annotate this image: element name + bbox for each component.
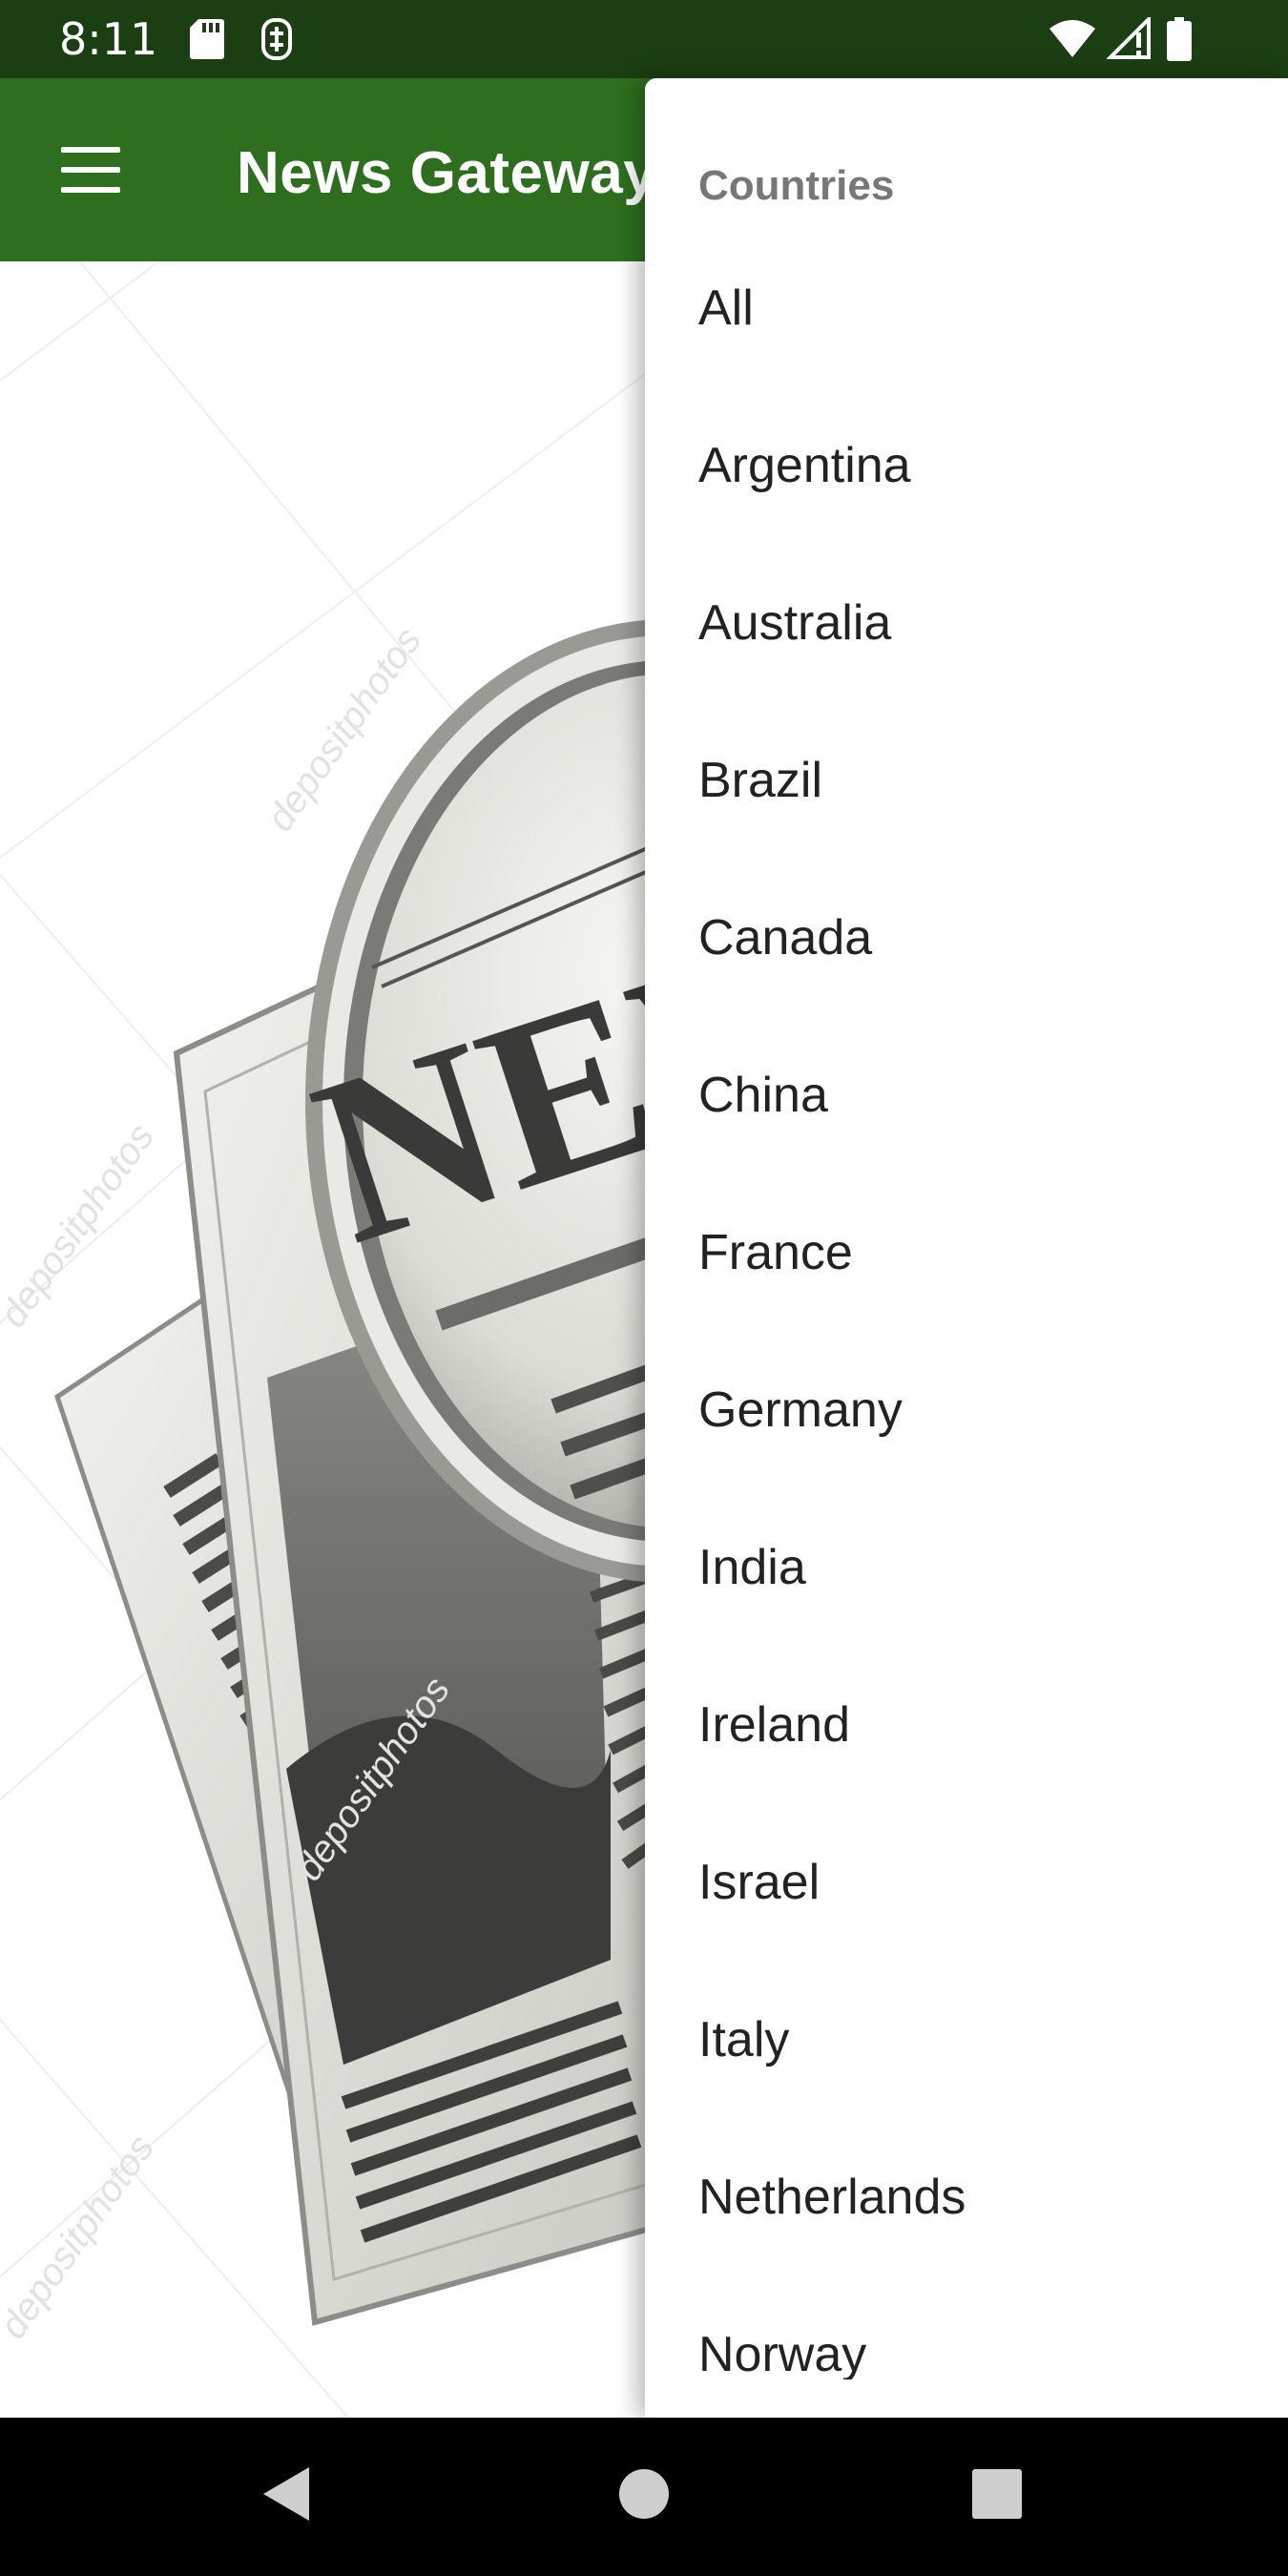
back-icon[interactable] [260, 2463, 313, 2524]
navigation-bar [0, 2418, 1288, 2576]
menu-item-australia[interactable]: Australia [645, 567, 1288, 724]
menu-item-label: Brazil [698, 753, 823, 808]
menu-item-label: Norway [698, 2327, 867, 2382]
menu-item-canada[interactable]: Canada [645, 882, 1288, 1039]
menu-header: Countries [698, 162, 895, 209]
wifi-icon [1049, 20, 1095, 57]
menu-item-label: Australia [698, 595, 892, 651]
menu-item-all[interactable]: All [645, 252, 1288, 409]
menu-item-label: Netherlands [698, 2170, 966, 2225]
sd-card-icon [190, 19, 224, 59]
menu-item-label: Italy [698, 2012, 790, 2067]
menu-item-label: Argentina [698, 438, 911, 493]
home-icon[interactable] [618, 2468, 670, 2520]
sim-icon [261, 18, 292, 60]
menu-item-argentina[interactable]: Argentina [645, 409, 1288, 567]
menu-item-label: Canada [698, 910, 873, 966]
menu-item-ireland[interactable]: Ireland [645, 1669, 1288, 1826]
svg-text:depositphotos: depositphotos [0, 1116, 162, 1335]
menu-icon[interactable] [57, 145, 124, 195]
menu-item-brazil[interactable]: Brazil [645, 724, 1288, 882]
menu-item-label: China [698, 1068, 828, 1123]
menu-item-label: All [698, 280, 754, 336]
recents-icon[interactable] [971, 2468, 1023, 2520]
svg-text:depositphotos: depositphotos [0, 2128, 162, 2346]
menu-item-label: Ireland [698, 1697, 850, 1753]
menu-item-label: Israel [698, 1855, 821, 1910]
menu-item-china[interactable]: China [645, 1039, 1288, 1196]
menu-item-israel[interactable]: Israel [645, 1826, 1288, 1984]
battery-icon [1167, 17, 1192, 61]
countries-menu: Countries All Argentina Australia Brazil… [645, 78, 1288, 2418]
menu-item-label: France [698, 1225, 853, 1280]
menu-item-france[interactable]: France [645, 1196, 1288, 1354]
menu-item-germany[interactable]: Germany [645, 1354, 1288, 1511]
menu-item-label: Germany [698, 1382, 903, 1438]
menu-item-italy[interactable]: Italy [645, 1984, 1288, 2141]
menu-item-netherlands[interactable]: Netherlands [645, 2141, 1288, 2298]
signal-icon [1107, 17, 1151, 59]
menu-item-india[interactable]: India [645, 1511, 1288, 1669]
status-bar: 8:11 [0, 0, 1288, 78]
menu-bottom-edge [645, 2379, 1288, 2418]
app-title: News Gateway [237, 140, 657, 206]
country-list: All Argentina Australia Brazil Canada Ch… [645, 252, 1288, 2418]
status-time: 8:11 [59, 13, 158, 65]
menu-item-label: India [698, 1540, 806, 1595]
